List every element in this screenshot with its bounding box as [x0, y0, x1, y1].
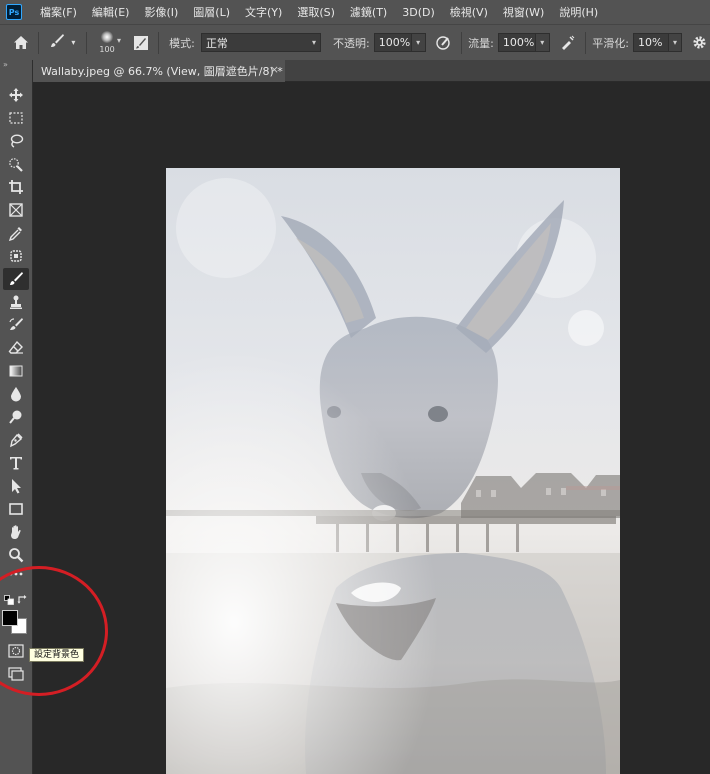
pressure-opacity-icon[interactable] — [432, 35, 456, 51]
airbrush-icon[interactable] — [556, 35, 580, 51]
quick-selection-tool-icon[interactable] — [3, 153, 29, 175]
lasso-tool-icon[interactable] — [3, 130, 29, 152]
more-tools-icon[interactable] — [3, 567, 29, 581]
mode-value: 正常 — [205, 36, 228, 50]
options-bar: ▾ 100 ▾ 模式: 正常 ▾ 不透明: 100% ▾ 流量: 100% ▾ … — [0, 24, 710, 60]
smoothing-dropdown-button[interactable]: ▾ — [668, 33, 683, 52]
brush-preset-picker[interactable]: 100 ▾ — [93, 28, 128, 58]
separator — [461, 31, 463, 54]
menu-select[interactable]: 選取(S) — [297, 4, 335, 20]
path-selection-tool-icon[interactable] — [3, 475, 29, 497]
document-tab-bar: Wallaby.jpeg @ 66.7% (View, 圖層遮色片/8) * × — [33, 60, 710, 82]
document-tab[interactable]: Wallaby.jpeg @ 66.7% (View, 圖層遮色片/8) * × — [33, 60, 285, 82]
blur-tool-icon[interactable] — [3, 383, 29, 405]
menu-view[interactable]: 檢視(V) — [450, 4, 488, 20]
opacity-input[interactable]: 100% — [373, 33, 412, 52]
history-brush-tool-icon[interactable] — [3, 314, 29, 336]
clone-stamp-tool-icon[interactable] — [3, 291, 29, 313]
tooltip-set-background-color: 設定背景色 — [29, 648, 85, 662]
marquee-tool-icon[interactable] — [3, 107, 29, 129]
separator — [37, 31, 39, 54]
smoothing-label: 平滑化: — [592, 36, 629, 50]
menu-window[interactable]: 視窗(W) — [503, 4, 544, 20]
wallaby-double-exposure-image — [166, 168, 620, 774]
menu-edit[interactable]: 編輯(E) — [92, 4, 130, 20]
document-canvas[interactable] — [166, 168, 620, 774]
chevron-down-icon: ▾ — [540, 38, 545, 47]
separator — [158, 31, 160, 54]
move-tool-icon[interactable] — [3, 84, 29, 106]
flow-input[interactable]: 100% — [497, 33, 536, 52]
menu-filter[interactable]: 濾鏡(T) — [350, 4, 387, 20]
separator — [585, 31, 587, 54]
chevron-down-icon: ▾ — [672, 38, 677, 47]
mode-select[interactable]: 正常 ▾ — [200, 33, 322, 52]
smoothing-value: 10% — [637, 36, 663, 49]
brush-icon — [49, 33, 65, 52]
type-tool-icon[interactable] — [3, 452, 29, 474]
opacity-dropdown-button[interactable]: ▾ — [411, 33, 426, 52]
brush-settings-panel-icon[interactable] — [130, 35, 152, 51]
menu-layer[interactable]: 圖層(L) — [193, 4, 230, 20]
eraser-tool-icon[interactable] — [3, 337, 29, 359]
tool-preset-picker[interactable]: ▾ — [45, 33, 80, 52]
mode-label: 模式: — [169, 36, 195, 50]
rectangle-tool-icon[interactable] — [3, 498, 29, 520]
collapse-toolbar-icon[interactable]: » — [3, 60, 29, 70]
home-icon[interactable] — [10, 35, 32, 50]
frame-tool-icon[interactable] — [3, 199, 29, 221]
document-tab-title: Wallaby.jpeg @ 66.7% (View, 圖層遮色片/8) * — [41, 65, 283, 78]
chevron-down-icon: ▾ — [117, 35, 122, 45]
foreground-color-swatch[interactable] — [2, 610, 18, 626]
brush-tip-icon — [101, 30, 114, 43]
flow-dropdown-button[interactable]: ▾ — [535, 33, 550, 52]
pen-tool-icon[interactable] — [3, 429, 29, 451]
default-colors-icon[interactable] — [4, 595, 14, 605]
brush-size-value: 100 — [99, 44, 115, 54]
crop-tool-icon[interactable] — [3, 176, 29, 198]
photoshop-logo: Ps — [6, 4, 22, 20]
chevron-down-icon: ▾ — [312, 38, 317, 47]
dodge-tool-icon[interactable] — [3, 406, 29, 428]
menu-file[interactable]: 檔案(F) — [40, 4, 77, 20]
flow-value: 100% — [502, 36, 535, 49]
eyedropper-tool-icon[interactable] — [3, 222, 29, 244]
healing-brush-tool-icon[interactable] — [3, 245, 29, 267]
chevron-down-icon: ▾ — [416, 38, 421, 47]
gear-icon[interactable] — [688, 35, 710, 50]
opacity-label: 不透明: — [333, 36, 370, 50]
opacity-value: 100% — [378, 36, 411, 49]
toolbar: » — [0, 60, 33, 774]
quick-mask-icon[interactable] — [8, 644, 24, 658]
brush-tool-icon[interactable] — [3, 268, 29, 290]
swap-colors-icon[interactable] — [17, 594, 28, 605]
gradient-tool-icon[interactable] — [3, 360, 29, 382]
close-icon[interactable]: × — [270, 63, 279, 76]
menu-help[interactable]: 說明(H) — [559, 4, 598, 20]
zoom-tool-icon[interactable] — [3, 544, 29, 566]
smoothing-input[interactable]: 10% — [632, 33, 669, 52]
screen-mode-icon[interactable] — [8, 667, 24, 681]
menu-3d[interactable]: 3D(D) — [402, 6, 435, 19]
flow-label: 流量: — [468, 36, 494, 50]
canvas-workspace — [34, 83, 710, 774]
chevron-down-icon: ▾ — [71, 38, 76, 47]
hand-tool-icon[interactable] — [3, 521, 29, 543]
menu-type[interactable]: 文字(Y) — [245, 4, 282, 20]
separator — [86, 31, 88, 54]
menu-bar: Ps 檔案(F) 編輯(E) 影像(I) 圖層(L) 文字(Y) 選取(S) 濾… — [0, 0, 710, 24]
menu-image[interactable]: 影像(I) — [144, 4, 178, 20]
